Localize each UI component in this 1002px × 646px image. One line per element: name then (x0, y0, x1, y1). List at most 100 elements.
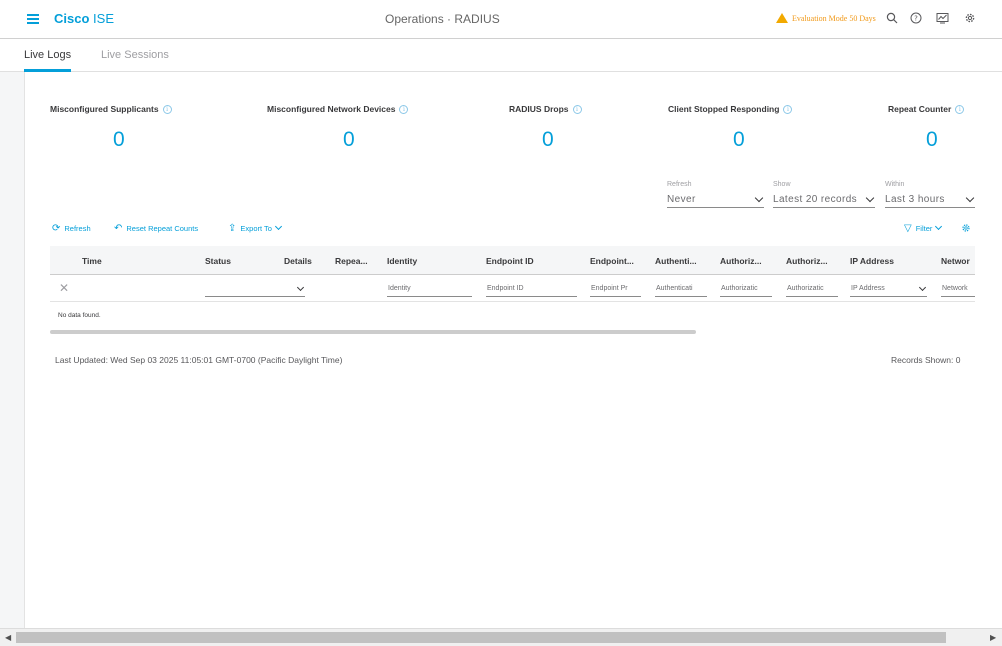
last-updated-text: Last Updated: Wed Sep 03 2025 11:05:01 G… (55, 355, 343, 365)
reset-repeat-counts-button[interactable]: ↶ Reset Repeat Counts (114, 223, 198, 234)
evaluation-badge[interactable]: Evaluation Mode 50 Days (776, 13, 876, 23)
filter-button-label: Filter (915, 224, 933, 233)
refresh-value: Never (667, 194, 696, 205)
export-button-label: Export To (240, 224, 272, 233)
table-header: Time Status Details Repea... Identity En… (50, 246, 975, 275)
network-device-filter-input[interactable]: Network (941, 282, 975, 297)
show-select[interactable]: Latest 20 records (773, 192, 875, 208)
info-icon[interactable]: i (783, 104, 793, 114)
table-settings-button[interactable] (961, 223, 971, 233)
metric-label-text: Repeat Counter (888, 104, 952, 114)
filter-button[interactable]: ▽ Filter (904, 222, 943, 234)
product-name: ISE (93, 11, 114, 26)
authorization-policy-filter-input[interactable]: Authorizatic (720, 282, 772, 297)
left-gutter (0, 72, 24, 628)
dashboard-icon[interactable] (935, 12, 949, 26)
column-details[interactable]: Details (284, 256, 312, 266)
filter-icon: ▽ (904, 223, 912, 234)
within-value: Last 3 hours (885, 194, 945, 205)
info-icon[interactable]: i (162, 104, 172, 114)
scroll-left-arrow-icon[interactable]: ◀ (5, 633, 11, 642)
table-filter-row: ✕ Identity Endpoint ID Endpoint Pr Authe… (50, 276, 975, 302)
tab-live-sessions[interactable]: Live Sessions (101, 49, 169, 61)
reset-button-label: Reset Repeat Counts (126, 224, 199, 233)
column-endpoint-id[interactable]: Endpoint ID (486, 256, 534, 266)
chevron-down-icon (965, 193, 975, 202)
column-authorization-profiles[interactable]: Authoriz... (786, 256, 828, 266)
empty-table-message: No data found. (58, 312, 101, 319)
brand-logo[interactable]: Cisco ISE (54, 11, 114, 26)
ip-address-filter-text: IP Address (851, 285, 885, 292)
show-label: Show (773, 181, 791, 188)
undo-icon: ↶ (114, 223, 123, 234)
within-label: Within (885, 181, 905, 188)
refresh-label: Refresh (667, 181, 692, 188)
metric-label-text: Misconfigured Supplicants (50, 104, 159, 114)
chevron-down-icon (935, 222, 943, 231)
show-value: Latest 20 records (773, 194, 858, 205)
scroll-right-arrow-icon[interactable]: ▶ (990, 633, 996, 642)
warning-icon (776, 13, 788, 23)
column-identity[interactable]: Identity (387, 256, 417, 266)
endpoint-profile-filter-input[interactable]: Endpoint Pr (590, 282, 641, 297)
metric-radius-drops-label: RADIUS Drops i (509, 104, 582, 114)
metric-misconfigured-network-devices-label: Misconfigured Network Devices i (267, 104, 409, 114)
info-icon[interactable]: i (399, 104, 409, 114)
page-title: Operations · RADIUS (385, 12, 500, 26)
within-select[interactable]: Last 3 hours (885, 192, 975, 208)
metric-repeat-counter-value[interactable]: 0 (926, 128, 938, 152)
endpoint-id-filter-input[interactable]: Endpoint ID (486, 282, 577, 297)
search-icon[interactable] (885, 12, 899, 26)
page-horizontal-scrollbar[interactable]: ◀ ▶ (0, 628, 1002, 646)
help-icon[interactable]: ? (909, 12, 923, 26)
refresh-select[interactable]: Never (667, 192, 764, 208)
info-icon[interactable]: i (955, 104, 965, 114)
column-time[interactable]: Time (82, 256, 102, 266)
table-horizontal-scrollbar[interactable] (50, 330, 696, 334)
column-network-device[interactable]: Networ (941, 256, 970, 266)
identity-filter-input[interactable]: Identity (387, 282, 472, 297)
metric-misconfigured-supplicants-label: Misconfigured Supplicants i (50, 104, 172, 114)
records-shown-text: Records Shown: 0 (891, 355, 961, 365)
chevron-down-icon (296, 283, 305, 292)
chevron-down-icon (754, 193, 764, 202)
metric-label-text: RADIUS Drops (509, 104, 569, 114)
metric-misconfigured-supplicants-value[interactable]: 0 (113, 128, 125, 152)
metric-repeat-counter-label: Repeat Counter i (888, 104, 965, 114)
refresh-button[interactable]: ⟳ Refresh (52, 223, 91, 234)
column-repeat-count[interactable]: Repea... (335, 256, 368, 266)
clear-filters-icon[interactable]: ✕ (59, 281, 69, 295)
metric-misconfigured-network-devices-value[interactable]: 0 (343, 128, 355, 152)
authentication-policy-filter-input[interactable]: Authenticati (655, 282, 707, 297)
menu-icon[interactable] (27, 14, 39, 24)
tab-bar: Live Logs Live Sessions (0, 39, 1002, 72)
scrollbar-thumb[interactable] (16, 632, 946, 643)
gear-icon[interactable] (963, 12, 977, 26)
refresh-icon: ⟳ (52, 223, 61, 234)
export-to-button[interactable]: ⇪ Export To (228, 222, 283, 234)
metric-client-stopped-responding-label: Client Stopped Responding i (668, 104, 793, 114)
status-filter-select[interactable] (205, 282, 305, 297)
top-header: Cisco ISE Operations · RADIUS Evaluation… (0, 0, 1002, 39)
gear-icon (962, 224, 970, 232)
column-status[interactable]: Status (205, 256, 231, 266)
info-icon[interactable]: i (572, 104, 582, 114)
column-ip-address[interactable]: IP Address (850, 256, 894, 266)
brand-name: Cisco (54, 11, 90, 26)
tab-live-logs[interactable]: Live Logs (24, 49, 72, 72)
column-authorization-policy[interactable]: Authoriz... (720, 256, 762, 266)
metric-radius-drops-value[interactable]: 0 (542, 128, 554, 152)
metric-label-text: Misconfigured Network Devices (267, 104, 396, 114)
metric-client-stopped-responding-value[interactable]: 0 (733, 128, 745, 152)
ip-address-filter-select[interactable]: IP Address (850, 282, 927, 297)
chevron-down-icon (865, 193, 875, 202)
chevron-down-icon (274, 222, 282, 231)
chevron-down-icon (918, 283, 927, 292)
svg-text:?: ? (914, 15, 918, 23)
refresh-button-label: Refresh (64, 224, 91, 233)
metric-label-text: Client Stopped Responding (668, 104, 780, 114)
column-authentication-policy[interactable]: Authenti... (655, 256, 697, 266)
column-endpoint-profile[interactable]: Endpoint... (590, 256, 634, 266)
authorization-profiles-filter-input[interactable]: Authorizatic (786, 282, 838, 297)
export-icon: ⇪ (228, 223, 237, 234)
